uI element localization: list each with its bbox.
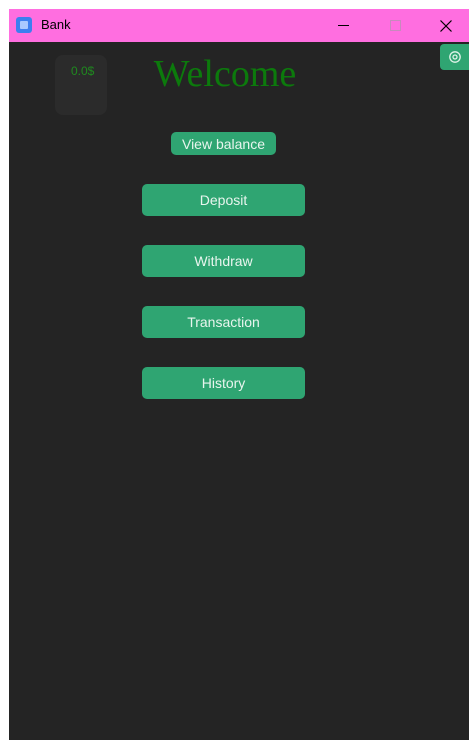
maximize-icon <box>389 20 401 31</box>
withdraw-button[interactable]: Withdraw <box>142 245 305 277</box>
history-button[interactable]: History <box>142 367 305 399</box>
welcome-heading: Welcome <box>153 53 297 95</box>
window-title: Bank <box>41 17 71 32</box>
settings-button[interactable] <box>440 44 469 70</box>
view-balance-button[interactable]: View balance <box>171 132 276 155</box>
app-window: Bank 0.0$ Welcome View balance Deposit W… <box>9 9 469 740</box>
maximize-button[interactable] <box>372 9 418 42</box>
close-button[interactable] <box>423 9 469 42</box>
app-icon <box>16 17 32 33</box>
minimize-button[interactable] <box>320 9 366 42</box>
balance-amount: 0.0$ <box>71 64 95 78</box>
balance-card: 0.0$ <box>55 55 107 115</box>
close-icon <box>440 19 452 32</box>
transaction-button[interactable]: Transaction <box>142 306 305 338</box>
minimize-icon <box>337 25 349 26</box>
deposit-button[interactable]: Deposit <box>142 184 305 216</box>
gear-icon <box>448 51 461 63</box>
title-bar[interactable]: Bank <box>9 9 469 42</box>
